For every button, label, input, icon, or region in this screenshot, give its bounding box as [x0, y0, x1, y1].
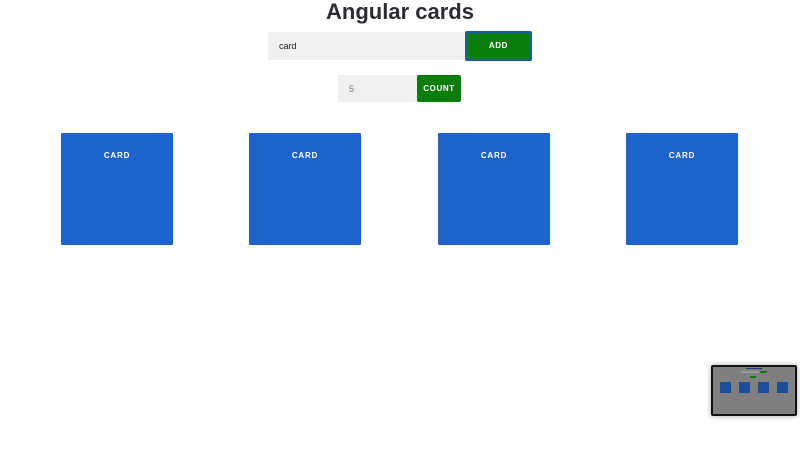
- card-label: CARD: [103, 151, 131, 160]
- card[interactable]: CARD: [61, 133, 173, 245]
- minimap-count-button: [750, 376, 756, 378]
- add-button[interactable]: ADD: [465, 31, 532, 61]
- card-label: CARD: [480, 151, 508, 160]
- count-input[interactable]: [338, 75, 418, 102]
- minimap-card: [739, 382, 750, 393]
- minimap-card: [720, 382, 731, 393]
- minimap-preview[interactable]: [711, 365, 797, 416]
- count-button[interactable]: COUNT: [417, 75, 461, 102]
- minimap-add-button: [760, 371, 767, 373]
- card-label: CARD: [291, 151, 319, 160]
- card[interactable]: CARD: [249, 133, 361, 245]
- minimap-title: [746, 368, 762, 369]
- page-title: Angular cards: [326, 0, 474, 24]
- minimap-input: [741, 371, 759, 373]
- minimap-card: [777, 382, 788, 393]
- card[interactable]: CARD: [626, 133, 738, 245]
- card-label: CARD: [668, 151, 696, 160]
- card[interactable]: CARD: [438, 133, 550, 245]
- minimap-card: [758, 382, 769, 393]
- card-text-input[interactable]: [268, 32, 465, 60]
